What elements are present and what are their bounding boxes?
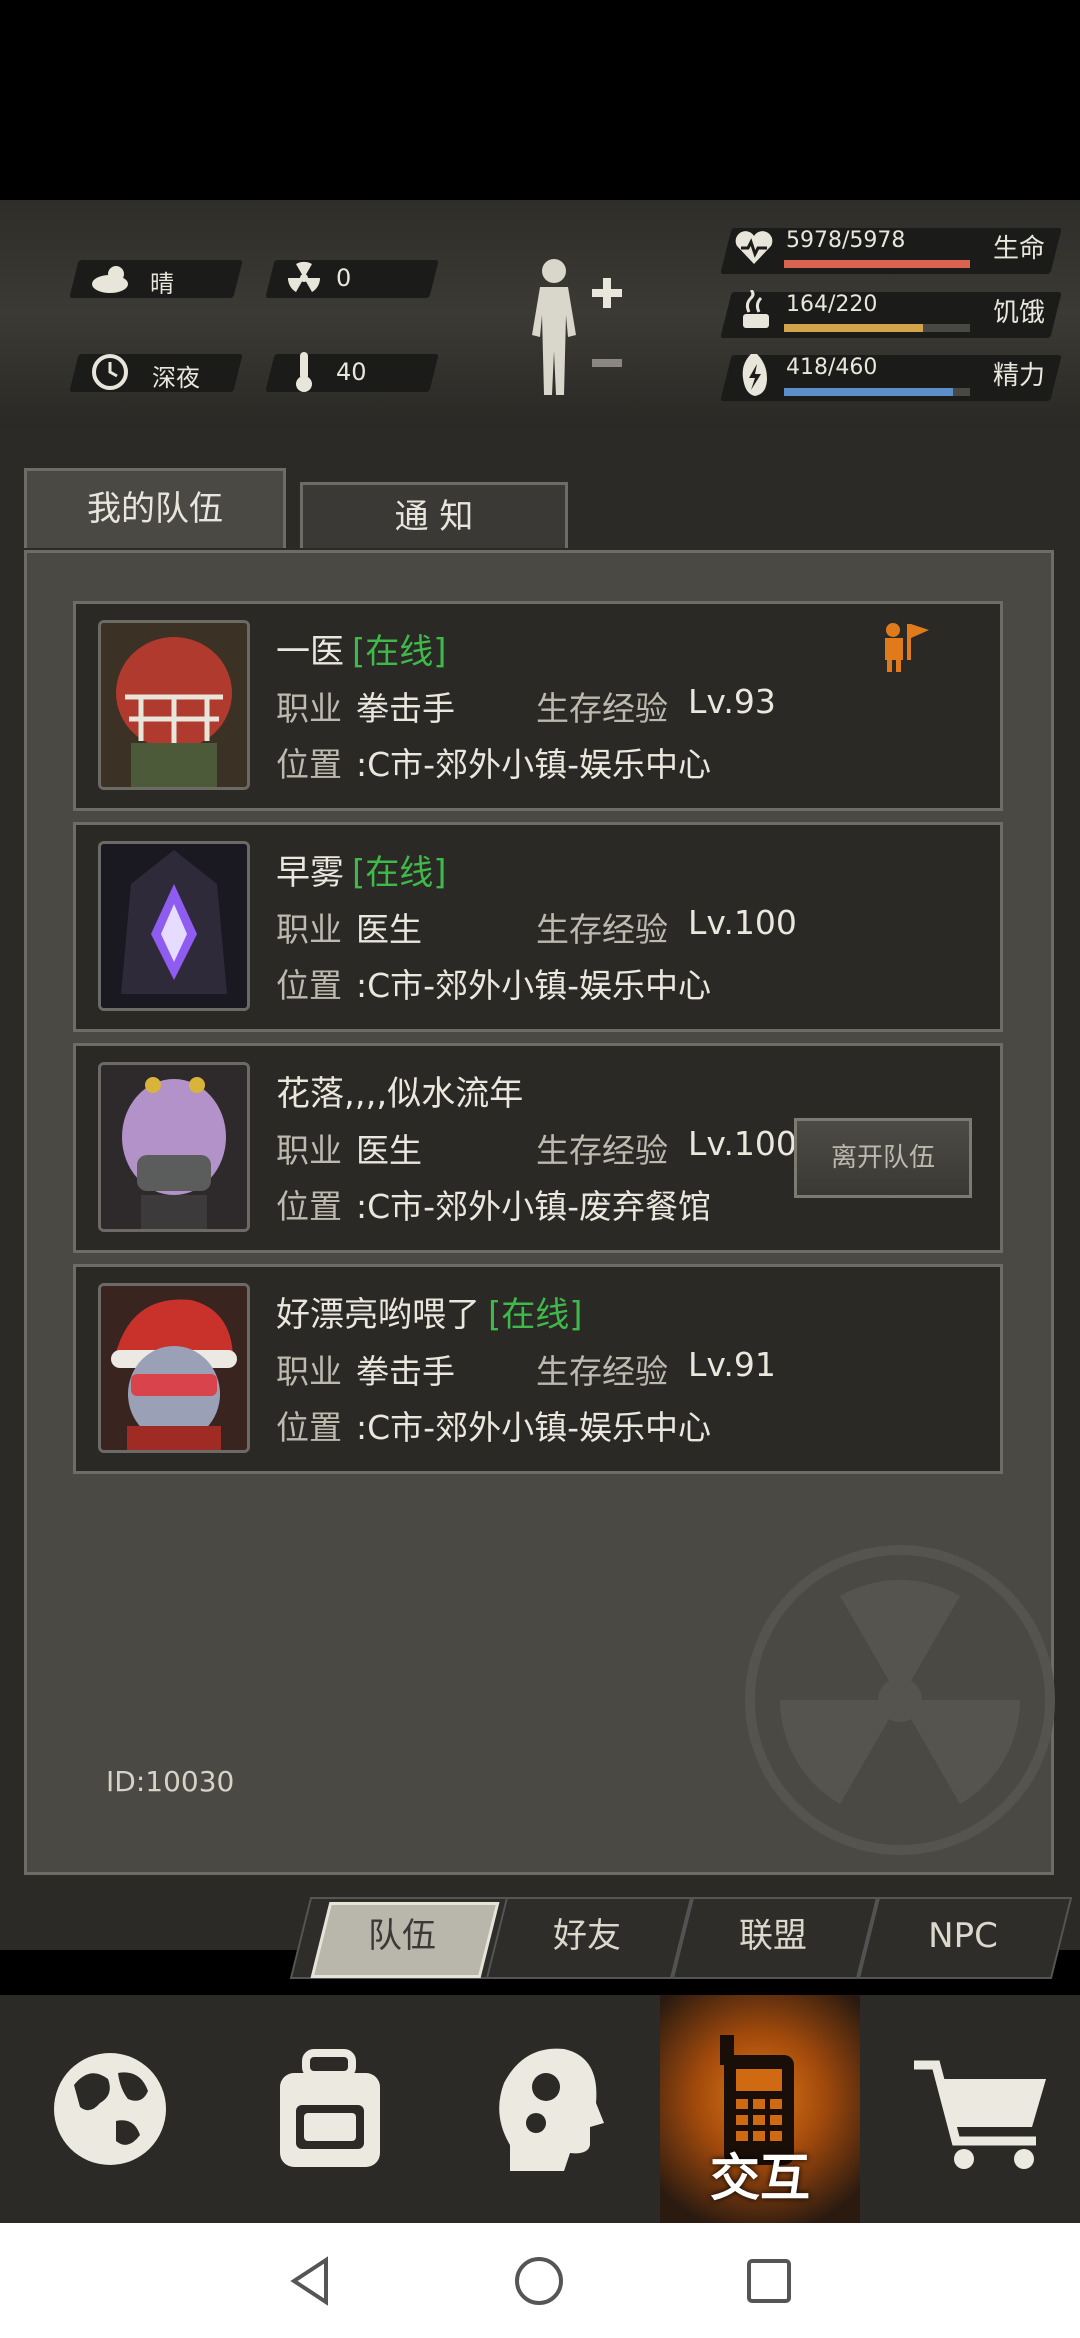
avatar — [98, 1062, 250, 1232]
job-label: 职业 — [276, 1131, 342, 1170]
location-value: :C市-郊外小镇-娱乐中心 — [356, 745, 711, 784]
subtab-alliance[interactable]: 联盟 — [682, 1897, 864, 1975]
exp-level: Lv.100 — [688, 1124, 797, 1163]
recents-icon[interactable] — [744, 2256, 794, 2306]
clock-icon — [92, 354, 128, 390]
member-card[interactable]: 一医 [在线] 职业 拳击手 生存经验 Lv.93 位置 :C市-郊外小镇-娱乐中… — [73, 601, 1003, 811]
energy-label: 精力 — [993, 361, 1046, 391]
member-name: 一医 — [276, 632, 344, 672]
body-status-button[interactable] — [520, 255, 630, 405]
location-label: 位置 — [276, 745, 342, 784]
heart-icon — [735, 231, 773, 264]
nav-shop[interactable] — [900, 1995, 1060, 2223]
job-label: 职业 — [276, 1352, 342, 1391]
radiation-icon — [287, 261, 321, 292]
exp-label: 生存经验 — [536, 689, 668, 728]
time-value: 深夜 — [152, 364, 200, 392]
hunger-value: 164/220 — [786, 292, 878, 317]
globe-icon — [54, 2053, 166, 2165]
job-label: 职业 — [276, 910, 342, 949]
online-status: [在线] — [488, 1295, 583, 1335]
exp-level: Lv.91 — [688, 1345, 776, 1384]
job-value: 拳击手 — [356, 1352, 455, 1391]
member-name: 好漂亮哟喂了 — [276, 1295, 480, 1335]
energy-value: 418/460 — [786, 355, 878, 380]
location-label: 位置 — [276, 1408, 342, 1447]
exp-level: Lv.93 — [688, 682, 776, 721]
avatar — [98, 841, 250, 1011]
hp-bar — [784, 260, 970, 268]
exp-label: 生存经验 — [536, 1352, 668, 1391]
radiation-watermark-icon — [745, 1545, 1055, 1855]
skills-head-icon — [499, 2048, 604, 2171]
exp-level: Lv.100 — [688, 903, 797, 942]
weather-value: 晴 — [150, 270, 174, 298]
member-card[interactable]: 早雾 [在线] 职业 医生 生存经验 Lv.100 位置 :C市-郊外小镇-娱乐中… — [73, 822, 1003, 1032]
job-value: 医生 — [356, 1131, 422, 1170]
nav-inventory[interactable] — [260, 1995, 400, 2223]
location-value: :C市-郊外小镇-废弃餐馆 — [356, 1187, 711, 1226]
avatar — [98, 620, 250, 790]
nav-skills[interactable] — [480, 1995, 620, 2223]
avatar — [98, 1283, 250, 1453]
thermometer-icon — [296, 352, 312, 392]
backpack-icon — [280, 2049, 380, 2167]
exp-label: 生存经验 — [536, 1131, 668, 1170]
location-label: 位置 — [276, 1187, 342, 1226]
leader-flag-icon — [885, 623, 929, 672]
hunger-label: 饥饿 — [993, 298, 1046, 328]
subtab-npc[interactable]: NPC — [868, 1897, 1058, 1975]
nav-map[interactable] — [30, 1995, 190, 2223]
member-name: 花落,,,,似水流年 — [276, 1074, 524, 1114]
energy-icon — [742, 354, 767, 396]
member-name: 早雾 — [276, 853, 344, 893]
member-card[interactable]: 好漂亮哟喂了 [在线] 职业 拳击手 生存经验 Lv.91 位置 :C市-郊外小镇… — [73, 1264, 1003, 1474]
cloud-sun-icon — [92, 266, 128, 293]
back-icon[interactable] — [286, 2254, 336, 2308]
hp-value: 5978/5978 — [786, 228, 906, 253]
tab-my-team[interactable]: 我的队伍 — [24, 468, 286, 548]
tab-notifications[interactable]: 通 知 — [300, 482, 568, 548]
location-value: :C市-郊外小镇-娱乐中心 — [356, 1408, 711, 1447]
location-value: :C市-郊外小镇-娱乐中心 — [356, 966, 711, 1005]
online-status: [在线] — [352, 632, 447, 672]
hunger-bar — [784, 324, 970, 332]
job-value: 医生 — [356, 910, 422, 949]
cart-icon — [914, 2060, 1046, 2169]
hp-label: 生命 — [993, 234, 1046, 264]
temperature-value: 40 — [336, 358, 367, 386]
player-id: ID:10030 — [106, 1765, 235, 1798]
job-value: 拳击手 — [356, 689, 455, 728]
nav-interact-label: 交互 — [710, 2149, 810, 2207]
subtab-team[interactable]: 队伍 — [320, 1897, 484, 1975]
subtab-friends[interactable]: 好友 — [496, 1897, 678, 1975]
energy-bar — [784, 388, 970, 396]
job-label: 职业 — [276, 689, 342, 728]
leave-team-button[interactable]: 离开队伍 — [794, 1118, 972, 1198]
home-icon[interactable] — [512, 2254, 566, 2308]
exp-label: 生存经验 — [536, 910, 668, 949]
online-status: [在线] — [352, 853, 447, 893]
radiation-value: 0 — [336, 264, 352, 292]
hunger-icon — [743, 290, 769, 328]
member-card[interactable]: 花落,,,,似水流年 职业 医生 生存经验 Lv.100 位置 :C市-郊外小镇… — [73, 1043, 1003, 1253]
location-label: 位置 — [276, 966, 342, 1005]
